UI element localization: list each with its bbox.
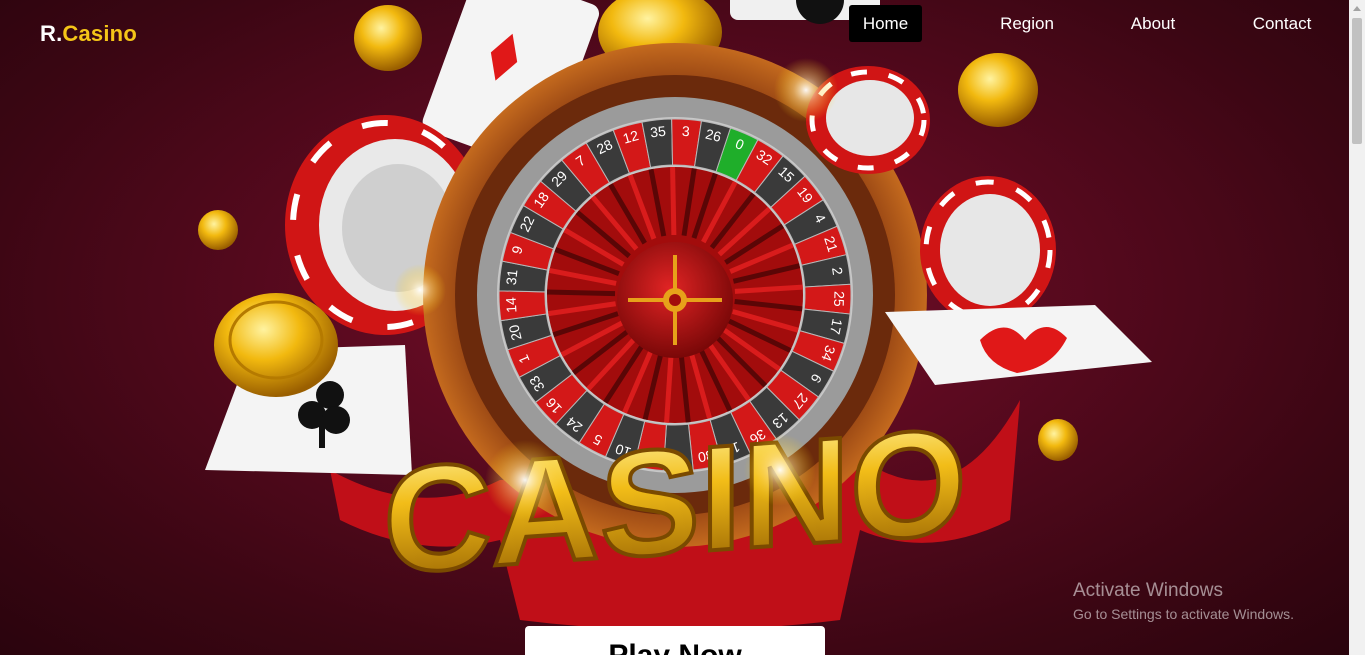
page-scrollbar[interactable] <box>1349 0 1365 655</box>
activation-subtitle: Go to Settings to activate Windows. <box>1073 606 1294 622</box>
nav-region-link[interactable]: Region <box>990 5 1064 42</box>
scroll-up-arrow-icon[interactable] <box>1349 0 1365 16</box>
wheel-spoke <box>546 289 616 297</box>
wheel-number-label: 17 <box>827 317 846 336</box>
wheel-spoke <box>670 166 677 236</box>
activation-title: Activate Windows <box>1073 580 1223 601</box>
scrollbar-thumb[interactable] <box>1352 18 1362 144</box>
playing-card-heart <box>885 305 1152 385</box>
wheel-number-label: 31 <box>503 268 521 285</box>
casino-hero-illustration: 0321519421225173462713361130823105241633… <box>198 0 1152 630</box>
wheel-number-label: 35 <box>649 123 666 141</box>
nav-home-link[interactable]: Home <box>849 5 922 42</box>
page: 0 32 15 19 4 21 2 25 17 34 6 27 13 36 11 30 8 23 10 5 24 16 33… <box>0 0 1349 655</box>
main-nav: Home Region About Contact <box>0 5 1349 42</box>
wheel-number-label: 25 <box>831 291 847 307</box>
play-now-button[interactable]: Play Now <box>525 626 825 655</box>
windows-activation-watermark: Activate Windows Go to Settings to activ… <box>1073 580 1294 622</box>
gold-coin-big <box>214 293 338 397</box>
nav-about-link[interactable]: About <box>1120 5 1186 42</box>
nav-contact-link[interactable]: Contact <box>1245 5 1319 42</box>
wheel-number-label: 14 <box>503 297 520 314</box>
wheel-number-label: 3 <box>681 123 690 139</box>
